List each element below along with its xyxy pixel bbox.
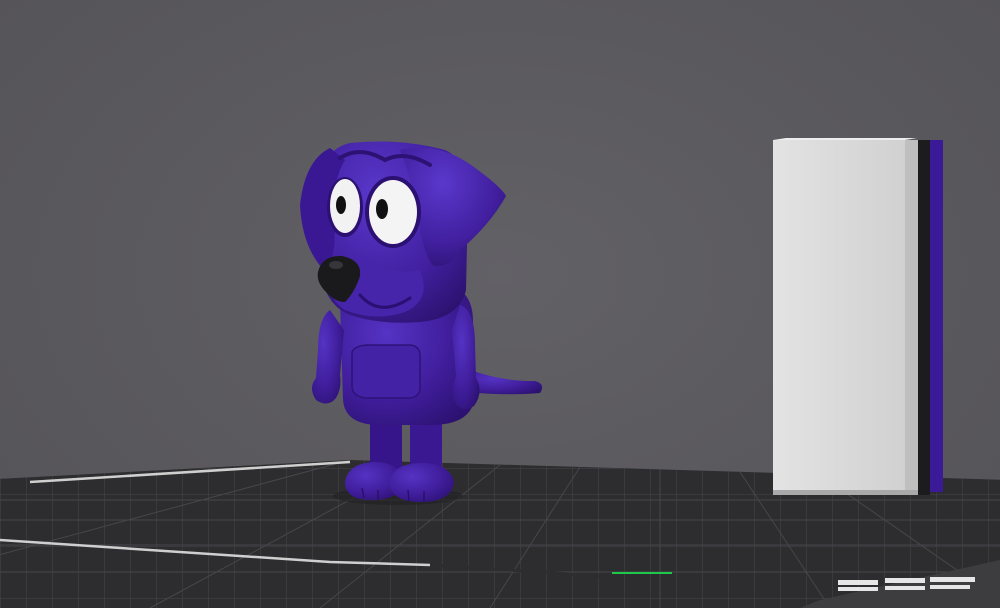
belly xyxy=(351,344,421,399)
dog-figurine[interactable] xyxy=(300,141,543,505)
right-eye xyxy=(365,176,421,248)
right-foot xyxy=(390,463,454,502)
left-eye xyxy=(327,177,363,237)
left-arm xyxy=(312,310,344,404)
scene-canvas[interactable] xyxy=(0,0,1000,608)
wipe-tower[interactable] xyxy=(773,138,943,495)
3d-viewport[interactable] xyxy=(0,0,1000,608)
right-arm xyxy=(452,305,480,410)
